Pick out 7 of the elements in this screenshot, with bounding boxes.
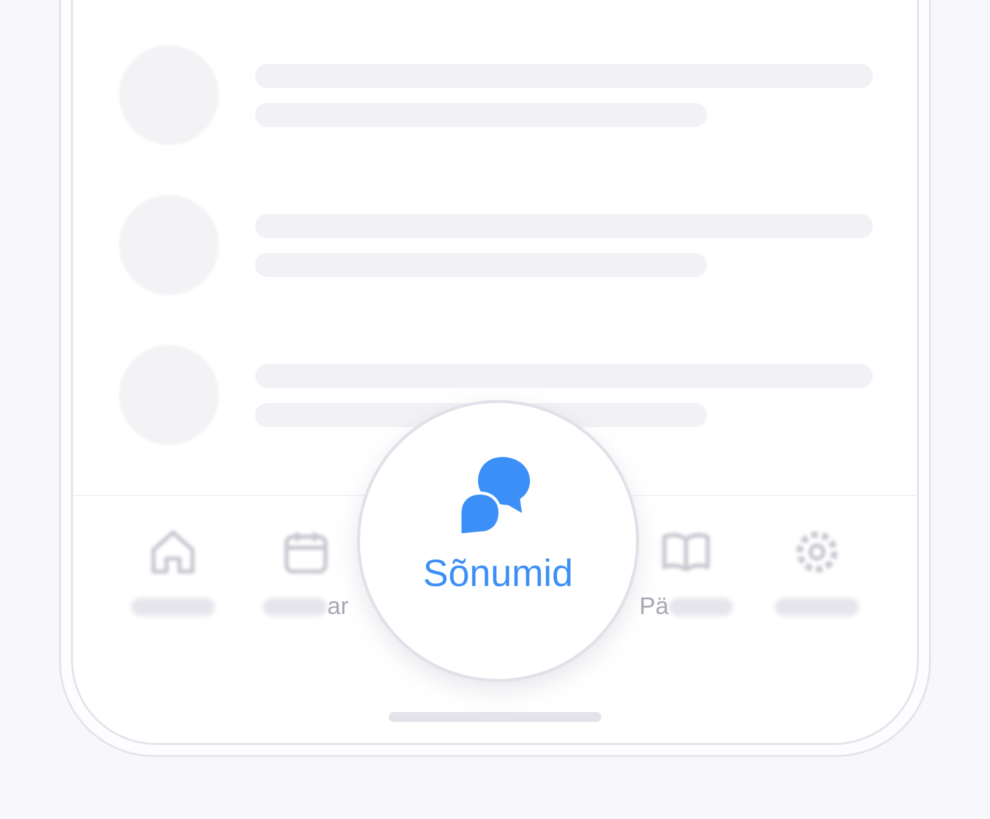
label-placeholder bbox=[263, 598, 328, 616]
tab[interactable]: Pä bbox=[639, 526, 733, 622]
tab-label: Pä bbox=[639, 593, 669, 621]
magnified-tab[interactable]: Sõnumid bbox=[357, 400, 639, 682]
label-placeholder bbox=[668, 598, 733, 616]
tab-label: ar bbox=[327, 593, 349, 621]
tab[interactable]: ar bbox=[263, 526, 349, 622]
